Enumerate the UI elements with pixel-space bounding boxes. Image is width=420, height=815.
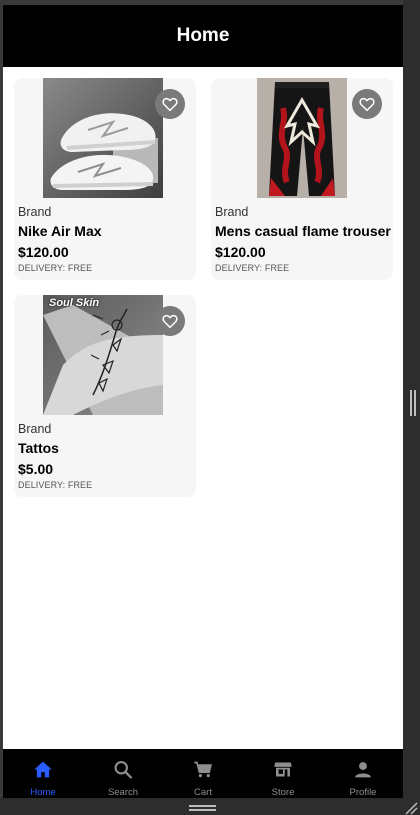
- page-title: Home: [176, 25, 230, 46]
- product-name[interactable]: Nike Air Max: [18, 223, 102, 239]
- delivery-info: DELIVERY: FREE: [215, 263, 290, 273]
- tab-cart[interactable]: Cart: [163, 749, 243, 798]
- product-price: $120.00: [215, 244, 266, 260]
- profile-icon: [355, 762, 371, 778]
- product-brand: Brand: [18, 205, 52, 219]
- white-sneakers-photo: [43, 78, 163, 198]
- tab-profile[interactable]: Profile: [323, 749, 403, 798]
- tab-store[interactable]: Store: [243, 749, 323, 798]
- product-card[interactable]: Soul Skin Brand Tattos $5.00 DELIVERY: F…: [14, 295, 196, 497]
- favorite-button[interactable]: [155, 89, 185, 119]
- tab-label: Store: [271, 787, 295, 798]
- arm-tattoo-photo: Soul Skin: [43, 295, 163, 415]
- heart-outline-icon: [359, 97, 375, 112]
- image-caption: Soul Skin: [49, 297, 100, 309]
- app-header: Home: [3, 5, 403, 67]
- cart-icon: [194, 761, 212, 778]
- product-price: $120.00: [18, 244, 69, 260]
- tab-label: Search: [107, 787, 139, 798]
- delivery-info: DELIVERY: FREE: [18, 480, 93, 490]
- product-name[interactable]: Mens casual flame trouser: [215, 223, 391, 239]
- search-icon: [114, 761, 133, 779]
- black-flame-trousers-photo: [257, 78, 347, 198]
- favorite-button[interactable]: [155, 306, 185, 336]
- heart-outline-icon: [162, 314, 178, 329]
- product-card[interactable]: Brand Mens casual flame trouser $120.00 …: [211, 78, 393, 280]
- favorite-button[interactable]: [352, 89, 382, 119]
- delivery-info: DELIVERY: FREE: [18, 263, 93, 273]
- product-name[interactable]: Tattos: [18, 440, 59, 456]
- store-icon: [274, 762, 292, 777]
- corner-resize-handle[interactable]: [404, 801, 418, 815]
- tab-label: Home: [30, 787, 56, 798]
- bottom-resize-handle[interactable]: [189, 805, 216, 811]
- tab-label: Profile: [349, 787, 377, 798]
- tab-search[interactable]: Search: [83, 749, 163, 798]
- product-card[interactable]: Brand Nike Air Max $120.00 DELIVERY: FRE…: [14, 78, 196, 280]
- home-icon: [34, 761, 52, 778]
- bottom-tab-bar: Home Search Cart Store Profile: [3, 749, 403, 798]
- tab-home[interactable]: Home: [3, 749, 83, 798]
- product-price: $5.00: [18, 461, 54, 477]
- heart-outline-icon: [162, 97, 178, 112]
- product-brand: Brand: [18, 422, 52, 436]
- app-screen: Home Brand Nike Air Max $120.00 DELIVERY…: [3, 5, 403, 798]
- product-brand: Brand: [215, 205, 249, 219]
- tab-label: Cart: [194, 787, 212, 798]
- side-resize-handle[interactable]: [410, 390, 416, 416]
